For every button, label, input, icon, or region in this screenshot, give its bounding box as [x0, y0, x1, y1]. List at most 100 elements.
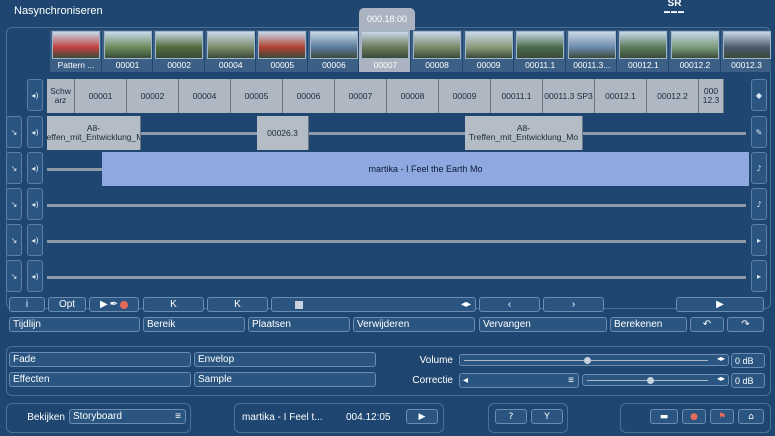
- thumbnail-image: [619, 31, 668, 59]
- sample-button[interactable]: Sample: [194, 372, 376, 387]
- video-clip[interactable]: 00005: [231, 79, 283, 113]
- audio-clip[interactable]: 00026.3: [257, 116, 309, 150]
- correction-slider-knob[interactable]: [647, 377, 654, 384]
- range-button[interactable]: Bereik: [143, 317, 245, 332]
- scroll-thumb[interactable]: [295, 300, 303, 309]
- video-speaker-button[interactable]: ◂): [27, 79, 43, 111]
- video-clip[interactable]: 00011.1: [491, 79, 543, 113]
- play-button[interactable]: ▶: [676, 297, 764, 312]
- audio-clip[interactable]: A8-Treffen_mit_Entwicklung_Mo: [465, 116, 583, 150]
- home-button[interactable]: ⌂: [738, 409, 764, 424]
- go-end-button[interactable]: K: [207, 297, 268, 312]
- audio2-music-button[interactable]: ♪: [751, 152, 767, 184]
- storyboard-thumbnail[interactable]: 00007: [359, 30, 412, 72]
- replace-button[interactable]: Vervangen: [479, 317, 607, 332]
- storyboard-thumbnails: Pattern ... 00001 00002 00004 00005 00006 0000…: [50, 30, 773, 72]
- correction-preset-select[interactable]: ◂ ≡: [459, 373, 579, 388]
- audio5-speaker-button[interactable]: ◂): [27, 260, 43, 292]
- correction-slider[interactable]: ◂▸: [582, 374, 729, 386]
- video-clip[interactable]: 000 12.3: [699, 79, 724, 113]
- track2-left-button[interactable]: ↘: [6, 152, 22, 184]
- video-clip[interactable]: 00004: [179, 79, 231, 113]
- audio2-speaker-button[interactable]: ◂): [27, 152, 43, 184]
- play-icon: ▶: [99, 299, 108, 310]
- thumbnail-image: [52, 31, 100, 59]
- audio-clip-music[interactable]: martika - I Feel the Earth Mo: [102, 152, 749, 186]
- fade-button[interactable]: Fade: [9, 352, 191, 367]
- video-clip[interactable]: 00006: [283, 79, 335, 113]
- video-clip[interactable]: 00001: [75, 79, 127, 113]
- audio4-side-button[interactable]: ▸: [751, 224, 767, 256]
- tools-button[interactable]: Y: [531, 409, 563, 424]
- wrench-icon: Y: [544, 411, 550, 422]
- track1-left-button[interactable]: ↘: [6, 116, 22, 148]
- finish-button[interactable]: ⚑: [710, 409, 734, 424]
- video-clip[interactable]: 00008: [387, 79, 439, 113]
- track3-left-button[interactable]: ↘: [6, 188, 22, 220]
- app-logo: SR ▬▬▬: [664, 0, 685, 15]
- storyboard-thumbnail[interactable]: 00008: [411, 30, 463, 72]
- video-track-end-button[interactable]: ◆: [751, 79, 767, 111]
- timeline-button[interactable]: Tijdlijn: [9, 317, 140, 332]
- record-button[interactable]: ●: [682, 409, 706, 424]
- video-clip[interactable]: Schw arz: [47, 79, 75, 113]
- envelope-button[interactable]: Envelop: [194, 352, 376, 367]
- prev-button[interactable]: ‹: [479, 297, 540, 312]
- track4-left-button[interactable]: ↘: [6, 224, 22, 256]
- volume-label: Volume: [419, 355, 453, 366]
- audio1-speaker-button[interactable]: ◂): [27, 116, 43, 148]
- timeline-scrollbar[interactable]: ◂▸: [271, 297, 476, 312]
- view-mode-value: Storyboard: [73, 411, 122, 422]
- storyboard-thumbnail[interactable]: 00006: [308, 30, 360, 72]
- video-clip[interactable]: 00012.1: [595, 79, 647, 113]
- thumbnail-image: [413, 31, 462, 59]
- audio3-speaker-button[interactable]: ◂): [27, 188, 43, 220]
- storyboard-thumbnail[interactable]: 00009: [463, 30, 515, 72]
- storyboard-thumbnail[interactable]: 00012.3: [721, 30, 773, 72]
- place-button[interactable]: Plaatsen: [248, 317, 350, 332]
- audio3-music-button[interactable]: ♪: [751, 188, 767, 220]
- record-play-button[interactable]: ▶ ✒: [89, 297, 139, 312]
- clip-play-button[interactable]: ▶: [406, 409, 438, 424]
- storyboard-thumbnail[interactable]: 00012.2: [669, 30, 721, 72]
- options-button[interactable]: Opt: [48, 297, 86, 312]
- storyboard-thumbnail[interactable]: 00004: [205, 30, 257, 72]
- storyboard-thumbnail[interactable]: 00002: [153, 30, 205, 72]
- video-clip[interactable]: 00007: [335, 79, 387, 113]
- play-icon: ▶: [418, 411, 426, 422]
- storyboard-thumbnail[interactable]: 00001: [102, 30, 154, 72]
- audio1-edit-button[interactable]: ✎: [751, 116, 767, 148]
- pen-icon: ✒: [109, 299, 119, 310]
- storyboard-thumbnail[interactable]: 00011.3...: [566, 30, 618, 72]
- video-clip[interactable]: 00011.3 SP3: [543, 79, 595, 113]
- chevron-left-icon: ‹: [507, 299, 512, 310]
- storyboard-thumbnail[interactable]: Pattern ...: [50, 30, 102, 72]
- view-mode-select[interactable]: Storyboard ≡: [69, 409, 186, 424]
- audio-clip[interactable]: A8-Treffen_mit_Entwicklung_Mo: [47, 116, 141, 150]
- volume-slider-knob[interactable]: [584, 357, 591, 364]
- video-clip[interactable]: 00009: [439, 79, 491, 113]
- thumbnail-image: [361, 31, 410, 59]
- info-button[interactable]: i: [9, 297, 45, 312]
- undo-button[interactable]: ↶: [690, 317, 724, 332]
- trim-button[interactable]: ▬: [650, 409, 678, 424]
- video-clip[interactable]: 00002: [127, 79, 179, 113]
- storyboard-thumbnail[interactable]: 00005: [256, 30, 308, 72]
- clip-name: martika - I Feel t...: [242, 412, 323, 423]
- calculate-button[interactable]: Berekenen: [610, 317, 687, 332]
- go-start-button[interactable]: K: [143, 297, 204, 312]
- video-clip[interactable]: 00012.2: [647, 79, 699, 113]
- storyboard-thumbnail[interactable]: 00011.1: [514, 30, 566, 72]
- current-timecode: 000.18:00: [359, 8, 415, 30]
- audio4-speaker-button[interactable]: ◂): [27, 224, 43, 256]
- undo-icon: ↶: [702, 319, 712, 330]
- redo-button[interactable]: ↷: [727, 317, 764, 332]
- help-button[interactable]: ?: [495, 409, 527, 424]
- next-button[interactable]: ›: [543, 297, 604, 312]
- storyboard-thumbnail[interactable]: 00012.1: [617, 30, 669, 72]
- audio5-side-button[interactable]: ▸: [751, 260, 767, 292]
- track5-left-button[interactable]: ↘: [6, 260, 22, 292]
- remove-button[interactable]: Verwijderen: [353, 317, 475, 332]
- effects-button[interactable]: Effecten: [9, 372, 191, 387]
- volume-slider[interactable]: ◂▸: [459, 354, 729, 366]
